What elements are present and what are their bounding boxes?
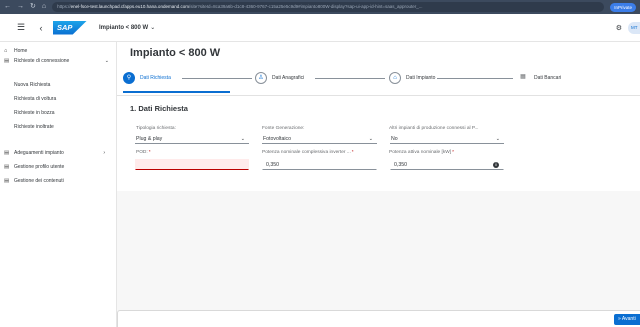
sidebar-subitem-bozza[interactable]: Richieste in bozza	[0, 107, 117, 119]
chevron-down-icon: ⌄	[150, 25, 156, 31]
building-icon: ⌂	[389, 72, 401, 84]
back-icon[interactable]: ‹	[35, 23, 47, 33]
url-path: /site?siteId=8ca39a6b-d1c8-4360-9767-c15…	[188, 4, 423, 9]
potenza-attiva-label: Potenza attiva nominale [kW]*	[389, 150, 454, 155]
sidebar-item-richieste-connessione[interactable]: ▤ Richieste di connessione ⌄	[0, 58, 117, 64]
chevron-right-icon[interactable]: ›	[103, 150, 105, 156]
step-connector	[182, 78, 252, 79]
document-icon: ▤	[4, 150, 10, 156]
document-icon: ▤	[4, 58, 10, 64]
altri-impianti-value: No	[391, 136, 398, 142]
inprivate-badge[interactable]: InPrivate	[610, 2, 636, 12]
sidebar-item-label: Richieste di connessione	[14, 58, 70, 64]
chevron-down-icon: ⌄	[495, 136, 500, 142]
sap-logo[interactable]: SAP	[53, 20, 87, 35]
browser-toolbar: ← → ↻ ⌂ https://enel-fsce-test.launchpad…	[0, 0, 640, 14]
page-header: Impianto < 800 W ⚲ Dati Richiesta ♙ Dati…	[117, 42, 640, 96]
step-label: Dati Anagrafici	[272, 75, 305, 81]
url-scheme: https://	[57, 4, 71, 9]
sidebar-item-label: Gestione dei contenuti	[14, 178, 64, 184]
potenza-inverter-label-text: Potenza nominale complessiva inverter ..…	[262, 150, 351, 155]
step-label: Dati Impianto	[406, 75, 436, 81]
person-icon: ♙	[255, 72, 267, 84]
altri-impianti-label: Altri impianti di produzione connessi al…	[389, 126, 479, 131]
menu-icon[interactable]: ☰	[14, 22, 28, 33]
location-icon: ⚲	[123, 72, 135, 84]
step-label: Dati Richiesta	[140, 75, 171, 81]
sidebar-item-adeguamenti[interactable]: ▤ Adeguamenti impianto ›	[0, 150, 117, 156]
potenza-attiva-label-text: Potenza attiva nominale [kW]	[389, 150, 452, 155]
tipologia-select[interactable]: Plug & play ⌄	[135, 134, 249, 144]
next-button[interactable]: » Avanti	[614, 314, 640, 325]
step-connector	[437, 78, 513, 79]
app-title-menu[interactable]: Impianto < 800 W ⌄	[99, 24, 155, 31]
footer-toolbar: » Avanti	[117, 310, 640, 327]
info-icon[interactable]: i	[493, 162, 499, 168]
sidebar-item-label: Gestione profilo utente	[14, 164, 65, 170]
required-marker: *	[148, 150, 151, 155]
form-dati-richiesta: 1. Dati Richiesta Tipologia richiesta: P…	[117, 96, 640, 191]
potenza-inverter-input[interactable]: 0,350	[262, 159, 377, 170]
sidebar: ⌂ Home ▤ Richieste di connessione ⌄ Nuov…	[0, 42, 117, 327]
step-dati-anagrafici[interactable]: ♙ Dati Anagrafici	[255, 72, 304, 84]
sidebar-item-label: Home	[14, 48, 28, 54]
pod-label-text: POD:	[136, 150, 148, 155]
step-dati-richiesta[interactable]: ⚲ Dati Richiesta	[123, 72, 171, 84]
forward-arrow-icon[interactable]: →	[17, 0, 24, 14]
address-bar[interactable]: https://enel-fsce-test.launchpad.cfapps.…	[52, 2, 605, 12]
page-title: Impianto < 800 W	[130, 47, 221, 59]
step-label: Dati Bancari	[534, 75, 562, 81]
step-dati-impianto[interactable]: ⌂ Dati Impianto	[389, 72, 435, 84]
fonte-label: Fonte Generazione:	[262, 126, 305, 131]
sidebar-subitem-inoltrate[interactable]: Richieste inoltrate	[0, 121, 117, 133]
shell-bar: ☰ ‹ SAP Impianto < 800 W ⌄ ⚙ MT	[0, 14, 640, 42]
potenza-inverter-label: Potenza nominale complessiva inverter ..…	[262, 150, 354, 155]
potenza-attiva-input[interactable]: 0,350 i	[390, 159, 504, 170]
tipologia-value: Plug & play	[136, 136, 163, 142]
section-title: 1. Dati Richiesta	[130, 104, 188, 113]
step-dati-bancari[interactable]: ▦ Dati Bancari	[517, 72, 561, 84]
required-marker: *	[351, 150, 354, 155]
active-step-indicator	[123, 91, 230, 93]
home-icon: ⌂	[4, 48, 8, 54]
potenza-attiva-value: 0,350	[394, 162, 407, 168]
bank-icon: ▦	[517, 72, 529, 84]
home-icon[interactable]: ⌂	[42, 0, 46, 14]
document-icon: ▤	[4, 178, 10, 184]
main-content: Impianto < 800 W ⚲ Dati Richiesta ♙ Dati…	[117, 42, 640, 327]
sidebar-subitem-voltura[interactable]: Richiesta di voltura	[0, 93, 117, 105]
step-connector	[315, 78, 385, 79]
app-title-text: Impianto < 800 W	[99, 25, 149, 31]
sidebar-item-profilo-utente[interactable]: ▤ Gestione profilo utente	[0, 164, 117, 170]
sidebar-subitem-nuova-richiesta[interactable]: Nuova Richiesta	[0, 79, 117, 91]
altri-impianti-select[interactable]: No ⌄	[390, 134, 504, 144]
avatar[interactable]: MT	[628, 21, 640, 34]
gear-icon[interactable]: ⚙	[616, 24, 622, 32]
next-button-label: Avanti	[621, 316, 636, 322]
required-marker: *	[452, 150, 454, 155]
pod-label: POD:*	[136, 150, 151, 155]
pod-input[interactable]	[135, 159, 249, 170]
sidebar-item-contenuti[interactable]: ▤ Gestione dei contenuti	[0, 178, 117, 184]
chevron-down-icon[interactable]: ⌄	[105, 58, 109, 64]
fonte-value: Fotovoltaico	[263, 136, 291, 142]
chevron-down-icon: ⌄	[240, 136, 245, 142]
fonte-select[interactable]: Fotovoltaico ⌄	[262, 134, 377, 144]
sidebar-item-label: Adeguamenti impianto	[14, 150, 64, 156]
document-icon: ▤	[4, 164, 10, 170]
reload-icon[interactable]: ↻	[30, 0, 36, 14]
chevron-down-icon: ⌄	[368, 136, 373, 142]
sidebar-item-home[interactable]: ⌂ Home	[0, 48, 117, 54]
back-arrow-icon[interactable]: ←	[4, 0, 11, 14]
tipologia-label: Tipologia richiesta:	[136, 126, 176, 131]
double-chevron-icon: »	[618, 316, 621, 322]
url-host: enel-fsce-test.launchpad.cfapps.eu10.han…	[70, 4, 189, 9]
